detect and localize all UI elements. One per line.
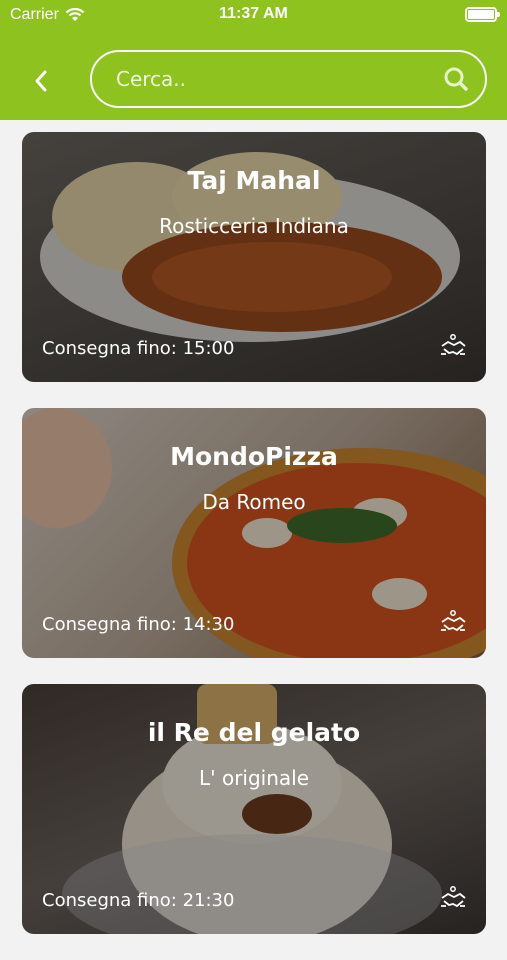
restaurant-subtitle: Rosticceria Indiana (159, 214, 349, 238)
restaurant-card[interactable]: Taj Mahal Rosticceria Indiana Consegna f… (22, 132, 486, 382)
app-header: Carrier 11:37 AM (0, 0, 507, 120)
chevron-left-icon (35, 70, 47, 92)
search-icon[interactable] (441, 64, 471, 94)
status-bar: Carrier 11:37 AM (0, 0, 507, 32)
restaurant-list: Taj Mahal Rosticceria Indiana Consegna f… (22, 132, 486, 960)
restaurant-card[interactable]: il Re del gelato L' originale Consegna f… (22, 684, 486, 934)
battery-icon (465, 7, 500, 22)
delivery-time: Consegna fino: 14:30 (42, 614, 235, 635)
restaurant-subtitle: Da Romeo (202, 490, 306, 514)
handshake-icon (441, 610, 466, 632)
restaurant-name: MondoPizza (170, 442, 338, 471)
handshake-icon (441, 334, 466, 356)
clock: 11:37 AM (219, 5, 288, 22)
restaurant-name: il Re del gelato (147, 718, 361, 747)
back-button[interactable] (24, 62, 58, 100)
search-bar[interactable] (90, 50, 487, 108)
handshake-icon (441, 886, 466, 908)
restaurant-subtitle: L' originale (198, 766, 310, 790)
delivery-time: Consegna fino: 21:30 (42, 890, 235, 911)
restaurant-card[interactable]: MondoPizza Da Romeo Consegna fino: 14:30 (22, 408, 486, 658)
restaurant-name: Taj Mahal (187, 166, 321, 195)
delivery-time: Consegna fino: 15:00 (42, 338, 235, 359)
search-input[interactable] (92, 67, 441, 91)
